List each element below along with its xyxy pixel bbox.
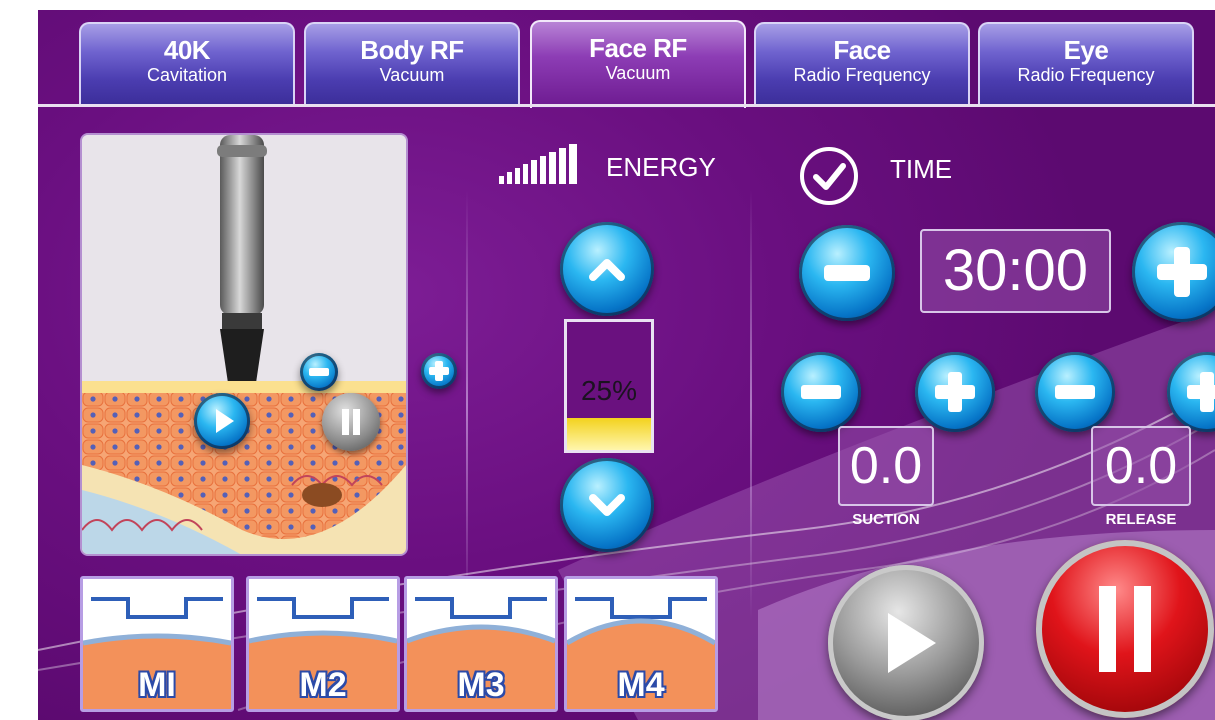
release-label: RELEASE — [1105, 511, 1177, 528]
mode-label: MI — [138, 666, 176, 704]
chevron-down-icon — [589, 494, 625, 516]
tab-title: Face RF — [589, 33, 687, 63]
energy-down-button[interactable] — [560, 458, 654, 552]
mode-m1-button[interactable]: MI — [80, 576, 234, 712]
tab-face-radio-frequency[interactable]: Face Radio Frequency — [754, 22, 970, 104]
time-plus-button[interactable] — [1132, 222, 1215, 322]
tab-subtitle: Vacuum — [605, 63, 671, 83]
tab-body-rf-vacuum[interactable]: Body RF Vacuum — [304, 22, 520, 104]
mode-label: M3 — [457, 666, 505, 704]
mode-m2-button[interactable]: M2 — [246, 576, 400, 712]
suction-label: SUCTION — [852, 511, 920, 528]
time-label: TIME — [890, 154, 953, 184]
release-display: 0.0 — [1091, 426, 1191, 506]
tab-eye-radio-frequency[interactable]: Eye Radio Frequency — [978, 22, 1194, 104]
suction-minus-button[interactable] — [781, 352, 861, 432]
energy-level-meter: 25% — [564, 319, 654, 453]
preview-minus-button[interactable] — [300, 353, 338, 391]
start-button[interactable] — [828, 565, 984, 720]
tab-subtitle: Cavitation — [146, 65, 228, 85]
tab-divider — [38, 104, 1215, 107]
tab-face-rf-vacuum[interactable]: Face RF Vacuum — [530, 20, 746, 108]
time-minus-button[interactable] — [799, 225, 895, 321]
plus-icon — [1157, 247, 1207, 297]
minus-icon — [801, 385, 841, 399]
minus-icon — [1055, 385, 1095, 399]
skin-illustration — [82, 135, 406, 554]
play-icon — [888, 613, 936, 673]
energy-label: ENERGY — [606, 152, 716, 182]
release-plus-button[interactable] — [1167, 352, 1215, 432]
energy-up-button[interactable] — [560, 222, 654, 316]
plus-icon — [935, 372, 975, 412]
divider — [750, 190, 752, 620]
mode-label: M2 — [299, 666, 347, 704]
suction-plus-button[interactable] — [915, 352, 995, 432]
release-minus-button[interactable] — [1035, 352, 1115, 432]
mode-m4-button[interactable]: M4 — [564, 576, 718, 712]
mode-label: M4 — [617, 666, 665, 704]
preview-play-button[interactable] — [194, 393, 250, 449]
minus-icon — [309, 368, 329, 376]
time-display: 30:00 — [920, 229, 1111, 313]
tab-subtitle: Vacuum — [379, 65, 445, 85]
divider — [466, 190, 468, 620]
suction-display: 0.0 — [838, 426, 934, 506]
tab-subtitle: Radio Frequency — [1017, 65, 1155, 85]
tab-title: Face — [833, 35, 891, 65]
device-panel: 40K Cavitation Body RF Vacuum Face RF Va… — [38, 10, 1215, 720]
tab-40k-cavitation[interactable]: 40K Cavitation — [79, 22, 295, 104]
plus-icon — [429, 361, 449, 381]
energy-level-text: 25% — [580, 375, 638, 406]
window: 40K Cavitation Body RF Vacuum Face RF Va… — [18, 0, 1215, 720]
tab-title: Eye — [1063, 35, 1109, 65]
tab-title: Body RF — [360, 35, 464, 65]
minus-icon — [824, 265, 870, 281]
pause-icon — [342, 409, 360, 435]
treatment-preview — [80, 133, 408, 556]
preview-pause-button[interactable] — [322, 393, 380, 451]
tab-title: 40K — [163, 35, 211, 65]
check-circle-icon — [800, 147, 858, 205]
chevron-up-icon — [589, 259, 625, 281]
preview-plus-button[interactable] — [421, 353, 457, 389]
tab-subtitle: Radio Frequency — [793, 65, 931, 85]
pause-button[interactable] — [1036, 540, 1214, 718]
plus-icon — [1187, 372, 1215, 412]
signal-bars-icon — [499, 144, 577, 184]
energy-level-fill — [567, 418, 651, 450]
pause-icon — [1099, 586, 1151, 672]
play-icon — [216, 409, 234, 433]
mode-m3-button[interactable]: M3 — [404, 576, 558, 712]
